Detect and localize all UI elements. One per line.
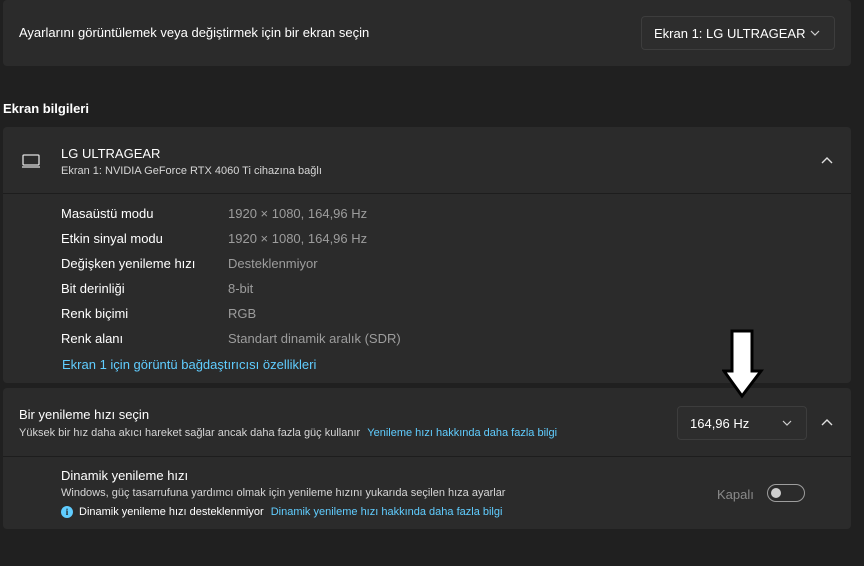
info-value-active-signal: 1920 × 1080, 164,96 Hz <box>228 231 368 246</box>
info-label-desktop-mode: Masaüstü modu <box>61 206 154 221</box>
info-value-color-format: RGB <box>228 306 257 321</box>
down-arrow-annotation-icon <box>722 329 765 399</box>
info-value-bit-depth: 8-bit <box>228 281 254 296</box>
info-value-color-space: Standart dinamik aralık (SDR) <box>228 331 401 346</box>
toggle-state-label: Kapalı <box>717 487 754 502</box>
info-label-vrr: Değişken yenileme hızı <box>61 256 196 271</box>
refresh-rate-title: Bir yenileme hızı seçin <box>19 407 150 422</box>
refresh-rate-description-text: Yüksek bir hız daha akıcı hareket sağlar… <box>19 427 361 439</box>
display-select-label: Ayarlarını görüntülemek veya değiştirmek… <box>19 25 370 40</box>
divider <box>3 193 851 194</box>
chevron-down-icon <box>782 420 792 426</box>
dynamic-refresh-not-supported: Dinamik yenileme hızı desteklenmiyor <box>79 506 264 518</box>
chevron-up-icon[interactable] <box>819 153 835 169</box>
adapter-properties-link[interactable]: Ekran 1 için görüntü bağdaştırıcısı özel… <box>62 357 316 372</box>
refresh-rate-description: Yüksek bir hız daha akıcı hareket sağlar… <box>19 427 557 439</box>
info-label-color-format: Renk biçimi <box>61 306 129 321</box>
info-label-bit-depth: Bit derinliği <box>61 281 125 296</box>
toggle-knob <box>771 488 781 498</box>
dynamic-refresh-title: Dinamik yenileme hızı <box>61 468 189 483</box>
info-value-vrr: Desteklenmiyor <box>228 256 318 271</box>
dynamic-refresh-toggle[interactable] <box>767 484 805 502</box>
info-icon: i <box>61 506 73 518</box>
display-name: LG ULTRAGEAR <box>61 146 161 161</box>
divider <box>3 456 851 457</box>
display-subtitle: Ekran 1: NVIDIA GeForce RTX 4060 Ti ciha… <box>61 165 322 177</box>
info-label-active-signal: Etkin sinyal modu <box>61 231 163 246</box>
display-dropdown-value: Ekran 1: LG ULTRAGEAR <box>654 25 806 41</box>
refresh-rate-dropdown-value: 164,96 Hz <box>690 415 750 431</box>
dynamic-refresh-description: Windows, güç tasarrufuna yardımcı olmak … <box>61 487 506 499</box>
chevron-up-icon[interactable] <box>819 415 835 431</box>
monitor-icon <box>22 154 40 168</box>
section-title: Ekran bilgileri <box>3 101 89 116</box>
info-value-desktop-mode: 1920 × 1080, 164,96 Hz <box>228 206 368 221</box>
refresh-rate-learn-more-link[interactable]: Yenileme hızı hakkında daha fazla bilgi <box>367 427 557 439</box>
display-dropdown[interactable]: Ekran 1: LG ULTRAGEAR <box>641 16 835 50</box>
chevron-down-icon <box>810 30 820 36</box>
refresh-rate-dropdown[interactable]: 164,96 Hz <box>677 406 807 440</box>
dynamic-refresh-learn-more-link[interactable]: Dinamik yenileme hızı hakkında daha fazl… <box>271 506 503 518</box>
dynamic-refresh-support-row: Dinamik yenileme hızı desteklenmiyor Din… <box>79 506 502 518</box>
info-label-color-space: Renk alanı <box>61 331 124 346</box>
